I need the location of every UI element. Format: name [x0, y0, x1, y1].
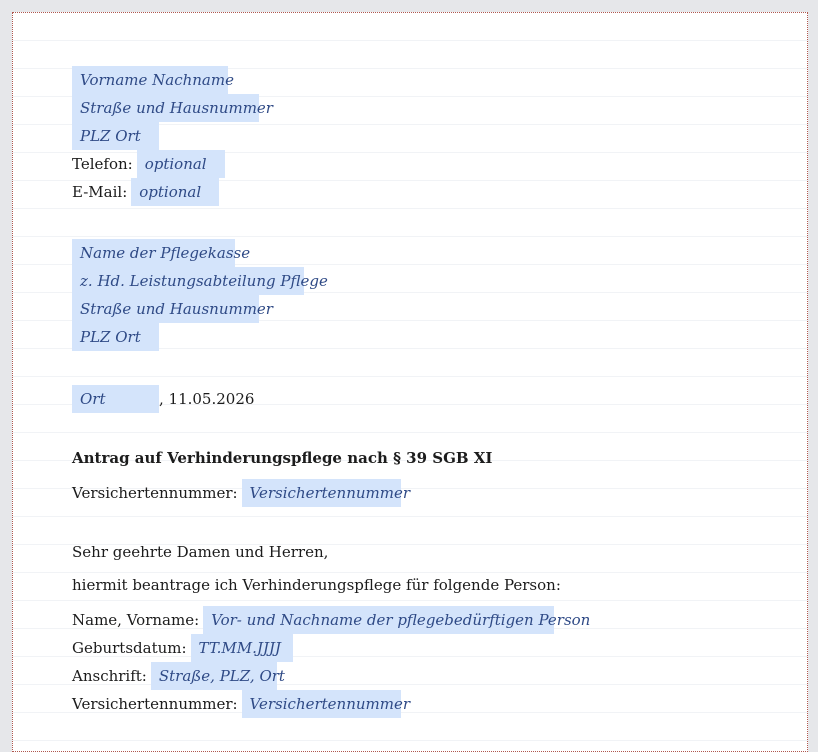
recipient-attn-field[interactable]: z. Hd. Leistungsabteilung Pflege — [72, 267, 328, 295]
email-label: E-Mail: — [72, 183, 128, 201]
birthdate-label: Geburtsdatum: — [72, 639, 187, 657]
subject-line: Antrag auf Verhinderungspflege nach § 39… — [72, 449, 493, 467]
sender-email-line: E-Mail: optional — [72, 178, 220, 206]
date-line: Ort, 11.05.2026 — [72, 385, 254, 413]
recipient-city-field[interactable]: PLZ Ort — [72, 323, 159, 351]
place-field[interactable]: Ort — [72, 385, 159, 413]
person-name-line: Name, Vorname: Vor- und Nachname der pfle… — [72, 606, 590, 634]
phone-label: Telefon: — [72, 155, 133, 173]
sender-city-line: PLZ Ort — [72, 122, 159, 150]
sender-street-line: Straße und Hausnummer — [72, 94, 273, 122]
address-label: Anschrift: — [72, 667, 147, 685]
person-name-label: Name, Vorname: — [72, 611, 200, 629]
birthdate-line: Geburtsdatum: TT.MM.JJJJ — [72, 634, 293, 662]
recipient-street-field[interactable]: Straße und Hausnummer — [72, 295, 273, 323]
address-field[interactable]: Straße, PLZ, Ort — [150, 662, 285, 690]
person-insurance-label: Versichertennummer: — [72, 695, 238, 713]
recipient-city-line: PLZ Ort — [72, 323, 159, 351]
insurance-label: Versichertennummer: — [72, 484, 238, 502]
recipient-name-field[interactable]: Name der Pflegekasse — [72, 239, 250, 267]
recipient-street-line: Straße und Hausnummer — [72, 295, 273, 323]
recipient-name-line: Name der Pflegekasse — [72, 239, 250, 267]
sender-email-field[interactable]: optional — [131, 178, 220, 206]
intro-text: hiermit beantrage ich Verhinderungspfleg… — [72, 576, 561, 594]
recipient-attn-line: z. Hd. Leistungsabteilung Pflege — [72, 267, 328, 295]
sender-city-field[interactable]: PLZ Ort — [72, 122, 159, 150]
insurance-line: Versichertennummer: Versichertennummer — [72, 479, 410, 507]
insurance-field[interactable]: Versichertennummer — [241, 479, 410, 507]
sender-phone-line: Telefon: optional — [72, 150, 225, 178]
person-insurance-line: Versichertennummer: Versichertennummer — [72, 690, 410, 718]
greeting: Sehr geehrte Damen und Herren, — [72, 543, 329, 561]
person-insurance-field[interactable]: Versichertennummer — [241, 690, 410, 718]
birthdate-field[interactable]: TT.MM.JJJJ — [190, 634, 293, 662]
sender-phone-field[interactable]: optional — [136, 150, 225, 178]
sender-name-field[interactable]: Vorname Nachname — [72, 66, 234, 94]
person-name-field[interactable]: Vor- und Nachname der pflegebedürftigen … — [203, 606, 590, 634]
sender-street-field[interactable]: Straße und Hausnummer — [72, 94, 273, 122]
address-line: Anschrift: Straße, PLZ, Ort — [72, 662, 285, 690]
letter-date: , 11.05.2026 — [159, 390, 255, 408]
document-page: Vorname Nachname Straße und Hausnummer P… — [12, 12, 808, 752]
sender-name-line: Vorname Nachname — [72, 66, 234, 94]
